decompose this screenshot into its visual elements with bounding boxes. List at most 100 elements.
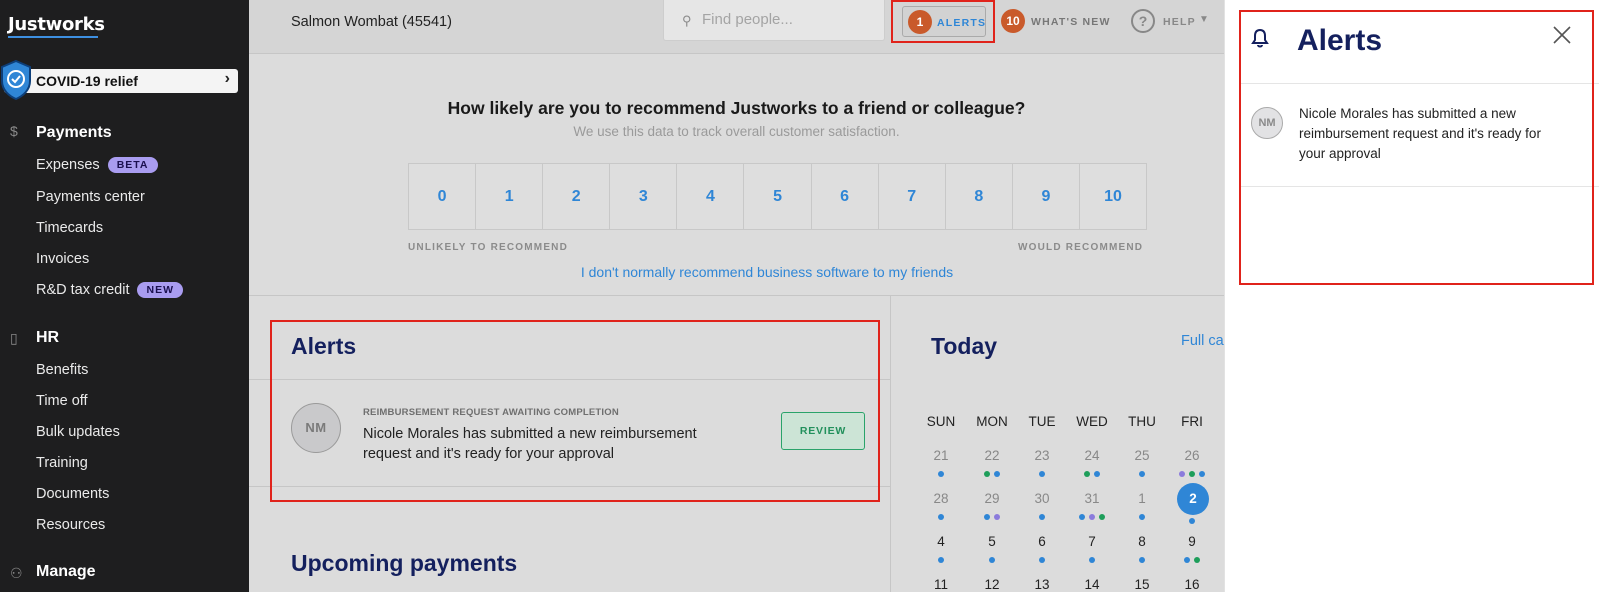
calendar-day[interactable]: 30 [1024, 491, 1060, 506]
calendar-day[interactable]: 6 [1024, 534, 1060, 549]
sidebar-item-rd-tax-credit[interactable]: R&D tax credit NEW [36, 282, 183, 298]
nps-option-2[interactable]: 2 [543, 164, 611, 229]
event-dot [1089, 514, 1095, 520]
sidebar-item-invoices[interactable]: Invoices [36, 251, 89, 267]
event-dot [938, 514, 944, 520]
nps-scale: 0 1 2 3 4 5 6 7 8 9 10 [408, 163, 1147, 230]
nps-option-6[interactable]: 6 [812, 164, 879, 229]
sidebar-item-benefits[interactable]: Benefits [36, 362, 88, 378]
nps-option-4[interactable]: 4 [677, 164, 745, 229]
event-dot [1039, 557, 1045, 563]
nps-option-10[interactable]: 10 [1080, 164, 1146, 229]
weekday-header: MON [976, 414, 1008, 429]
sidebar-item-expenses[interactable]: Expenses BETA [36, 157, 158, 173]
event-dot [1039, 514, 1045, 520]
logo-underline [8, 36, 98, 38]
chevron-right-icon: › [224, 70, 230, 87]
calendar-day[interactable]: 7 [1074, 534, 1110, 549]
search-icon: ⚲ [682, 13, 692, 28]
calendar-day[interactable]: 16 [1174, 577, 1210, 592]
chevron-down-icon: ▼ [1199, 14, 1209, 25]
covid-relief-label: COVID-19 relief [36, 73, 138, 89]
survey-opt-out-link[interactable]: I don't normally recommend business soft… [249, 264, 1224, 280]
sidebar-item-bulk-updates[interactable]: Bulk updates [36, 424, 120, 440]
weekday-header: TUE [1028, 414, 1056, 429]
sidebar-item-training[interactable]: Training [36, 455, 88, 471]
covid-relief-banner[interactable]: COVID-19 relief › [4, 69, 238, 93]
sidebar-item-timecards[interactable]: Timecards [36, 220, 103, 236]
upcoming-payments-title: Upcoming payments [291, 550, 518, 576]
event-dot [1089, 557, 1095, 563]
calendar-day[interactable]: 24 [1074, 448, 1110, 463]
weekday-header: THU [1128, 414, 1156, 429]
nps-option-1[interactable]: 1 [476, 164, 544, 229]
nps-option-3[interactable]: 3 [610, 164, 678, 229]
calendar-day[interactable]: 31 [1074, 491, 1110, 506]
event-dot [1139, 471, 1145, 477]
clipboard-icon: ▯ [10, 330, 18, 346]
calendar-day[interactable]: 12 [974, 577, 1010, 592]
weekday-header: WED [1076, 414, 1108, 429]
event-dot [1189, 471, 1195, 477]
calendar-day[interactable]: 22 [974, 448, 1010, 463]
event-dot [1179, 471, 1185, 477]
nps-option-0[interactable]: 0 [409, 164, 477, 229]
whats-new-label: WHAT'S NEW [1031, 16, 1111, 28]
sidebar-item-resources[interactable]: Resources [36, 517, 105, 533]
app-window: Justworks COVID-19 relief › $ Payments E… [0, 0, 1600, 592]
calendar-day[interactable]: 11 [923, 577, 959, 592]
survey-question: How likely are you to recommend Justwork… [447, 98, 1026, 118]
justworks-logo[interactable]: Justworks [8, 14, 105, 35]
nps-option-7[interactable]: 7 [879, 164, 946, 229]
nps-option-5[interactable]: 5 [744, 164, 812, 229]
calendar-day[interactable]: 8 [1124, 534, 1160, 549]
event-dot [994, 514, 1000, 520]
people-search[interactable]: ⚲ Find people... [663, 0, 885, 41]
shield-check-icon [0, 59, 31, 101]
event-dot [1099, 514, 1105, 520]
help-icon: ? [1131, 9, 1155, 33]
weekday-header: SUN [926, 414, 956, 429]
calendar-day[interactable]: 1 [1124, 491, 1160, 506]
search-input[interactable]: Find people... [702, 11, 793, 28]
sidebar-item-time-off[interactable]: Time off [36, 393, 88, 409]
event-dot [1079, 514, 1085, 520]
event-dot [1039, 471, 1045, 477]
event-dot [1184, 557, 1190, 563]
sidebar-item-payments-center[interactable]: Payments center [36, 189, 145, 205]
calendar-day[interactable]: 9 [1174, 534, 1210, 549]
calendar-day[interactable]: 4 [923, 534, 959, 549]
company-name[interactable]: Salmon Wombat (45541) [291, 14, 452, 30]
calendar-day[interactable]: 21 [923, 448, 959, 463]
alerts-button-highlight [891, 0, 995, 43]
calendar-day[interactable]: 25 [1124, 448, 1160, 463]
event-dot [1194, 557, 1200, 563]
calendar-day[interactable]: 29 [974, 491, 1010, 506]
calendar-day[interactable]: 26 [1174, 448, 1210, 463]
dollar-icon: $ [10, 123, 18, 139]
event-dot [994, 471, 1000, 477]
top-bar: Salmon Wombat (45541) ⚲ Find people... 1… [249, 0, 1224, 54]
event-dot [1139, 514, 1145, 520]
today-title: Today [931, 333, 998, 359]
event-dot [1189, 518, 1195, 524]
alerts-card-highlight [270, 320, 880, 502]
new-badge: NEW [137, 282, 183, 298]
survey-subtitle: We use this data to track overall custom… [573, 124, 900, 139]
calendar-day[interactable]: 14 [1074, 577, 1110, 592]
sidebar-item-documents[interactable]: Documents [36, 486, 109, 502]
people-icon: ⚇ [10, 565, 23, 581]
calendar-day-today[interactable]: 2 [1177, 483, 1209, 515]
calendar-day[interactable]: 5 [974, 534, 1010, 549]
hr-section-title: HR [36, 329, 60, 346]
full-calendar-link[interactable]: Full calendar [1181, 333, 1224, 349]
scale-high-label: WOULD RECOMMEND [1018, 242, 1144, 253]
event-dot [1084, 471, 1090, 477]
calendar-day[interactable]: 23 [1024, 448, 1060, 463]
nps-option-8[interactable]: 8 [946, 164, 1013, 229]
calendar-day[interactable]: 13 [1024, 577, 1060, 592]
calendar-day[interactable]: 15 [1124, 577, 1160, 592]
weekday-header: FRI [1181, 414, 1203, 429]
nps-option-9[interactable]: 9 [1013, 164, 1080, 229]
calendar-day[interactable]: 28 [923, 491, 959, 506]
